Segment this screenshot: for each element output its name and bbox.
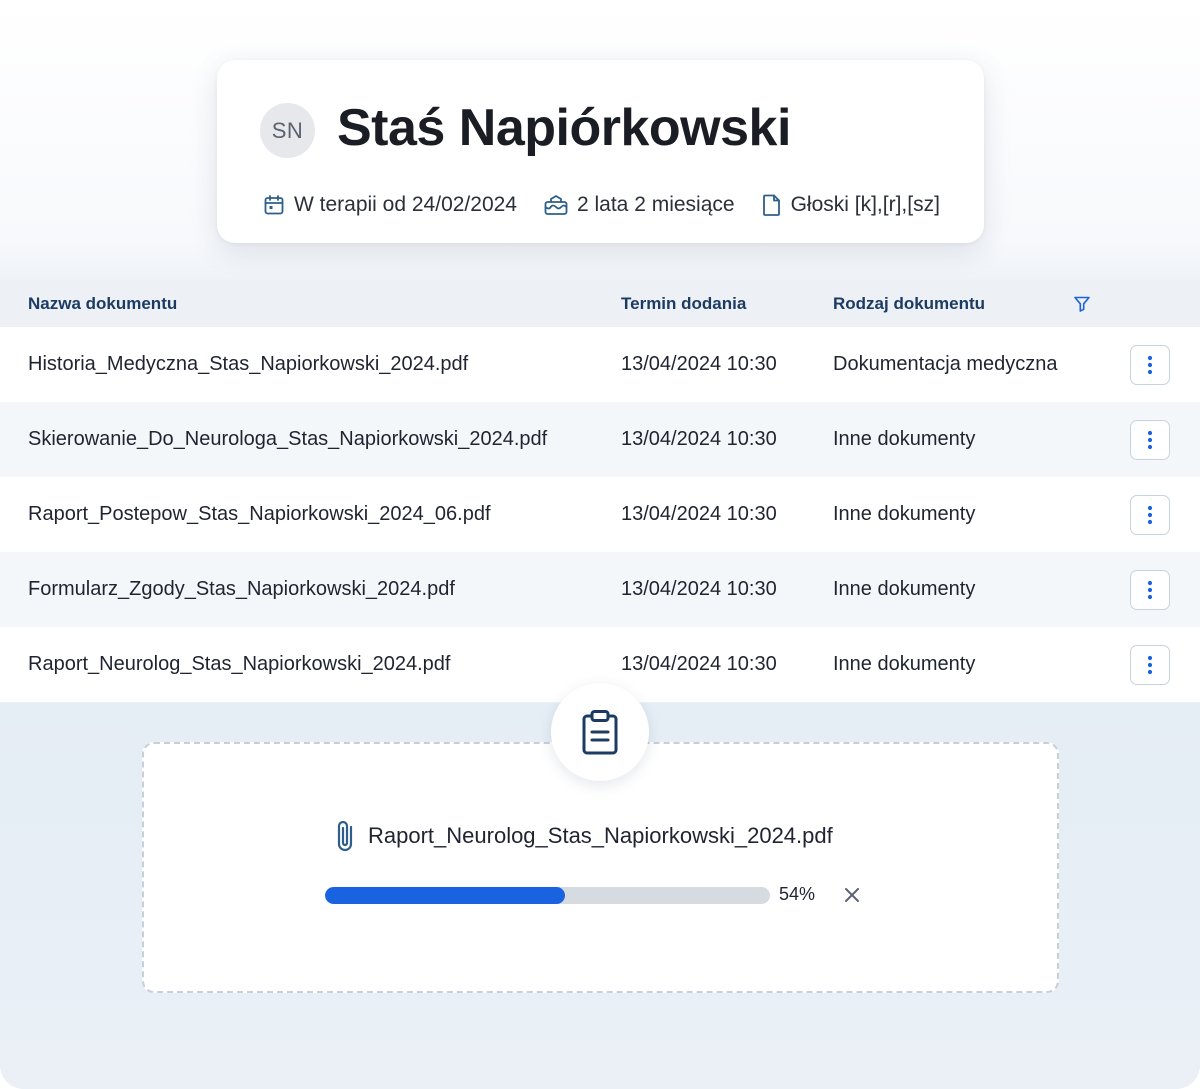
document-icon	[762, 194, 780, 216]
table-row[interactable]: Historia_Medyczna_Stas_Napiorkowski_2024…	[0, 327, 1200, 402]
clipboard-icon	[582, 710, 618, 755]
patient-age: 2 lata 2 miesiące	[543, 193, 735, 217]
document-date: 13/04/2024 10:30	[621, 578, 777, 600]
patient-meta: W terapii od 24/02/2024 2 lata 2 miesiąc…	[262, 193, 940, 217]
more-vertical-icon	[1147, 580, 1153, 600]
patient-card: SN Staś Napiórkowski W terapii od 24/02/…	[217, 60, 984, 243]
document-type: Inne dokumenty	[833, 653, 976, 675]
table-row[interactable]: Skierowanie_Do_Neurologa_Stas_Napiorkows…	[0, 402, 1200, 477]
avatar: SN	[260, 103, 315, 158]
more-vertical-icon	[1147, 430, 1153, 450]
patient-age-text: 2 lata 2 miesiące	[576, 193, 735, 216]
document-name[interactable]: Historia_Medyczna_Stas_Napiorkowski_2024…	[28, 353, 468, 376]
document-name[interactable]: Raport_Neurolog_Stas_Napiorkowski_2024.p…	[28, 653, 450, 676]
cake-icon	[544, 195, 568, 215]
upload-progress-fill	[325, 887, 566, 904]
therapy-since: W terapii od 24/02/2024	[262, 193, 517, 217]
upload-badge	[551, 683, 649, 781]
more-vertical-icon	[1147, 655, 1153, 675]
patient-sounds: Głoski [k],[r],[sz]	[761, 193, 940, 217]
page: SN Staś Napiórkowski W terapii od 24/02/…	[0, 0, 1200, 1089]
calendar-icon	[264, 195, 284, 215]
document-date: 13/04/2024 10:30	[621, 428, 777, 450]
paperclip-icon	[337, 820, 353, 852]
document-date: 13/04/2024 10:30	[621, 653, 777, 675]
patient-sounds-text: Głoski [k],[r],[sz]	[790, 193, 940, 216]
table-row[interactable]: Raport_Postepow_Stas_Napiorkowski_2024_0…	[0, 477, 1200, 552]
upload-progress-label: 54%	[779, 884, 816, 904]
document-type: Inne dokumenty	[833, 578, 976, 600]
therapy-since-text: W terapii od 24/02/2024	[294, 193, 517, 216]
column-header-date[interactable]: Termin dodania	[621, 294, 746, 314]
document-type: Inne dokumenty	[833, 428, 976, 450]
document-date: 13/04/2024 10:30	[621, 353, 777, 375]
patient-name: Staś Napiórkowski	[337, 99, 791, 157]
document-date: 13/04/2024 10:30	[621, 503, 777, 525]
table-header: Nazwa dokumentu Termin dodania Rodzaj do…	[0, 280, 1200, 327]
close-icon	[845, 888, 859, 902]
row-actions-button[interactable]	[1130, 495, 1170, 535]
filter-icon[interactable]	[1073, 295, 1091, 313]
document-name[interactable]: Skierowanie_Do_Neurologa_Stas_Napiorkows…	[28, 428, 547, 451]
row-actions-button[interactable]	[1130, 570, 1170, 610]
document-name[interactable]: Formularz_Zgody_Stas_Napiorkowski_2024.p…	[28, 578, 455, 601]
cancel-upload-button[interactable]	[840, 883, 864, 907]
row-actions-button[interactable]	[1130, 420, 1170, 460]
table-row[interactable]: Formularz_Zgody_Stas_Napiorkowski_2024.p…	[0, 552, 1200, 627]
document-type: Dokumentacja medyczna	[833, 353, 1058, 375]
column-header-type[interactable]: Rodzaj dokumentu	[833, 294, 985, 314]
more-vertical-icon	[1147, 505, 1153, 525]
document-name[interactable]: Raport_Postepow_Stas_Napiorkowski_2024_0…	[28, 503, 491, 526]
upload-progress-bar	[325, 887, 770, 904]
row-actions-button[interactable]	[1130, 345, 1170, 385]
column-header-name[interactable]: Nazwa dokumentu	[28, 294, 177, 314]
document-type: Inne dokumenty	[833, 503, 976, 525]
uploading-file-name: Raport_Neurolog_Stas_Napiorkowski_2024.p…	[368, 823, 833, 848]
more-vertical-icon	[1147, 355, 1153, 375]
uploading-file: Raport_Neurolog_Stas_Napiorkowski_2024.p…	[332, 818, 833, 854]
row-actions-button[interactable]	[1130, 645, 1170, 685]
